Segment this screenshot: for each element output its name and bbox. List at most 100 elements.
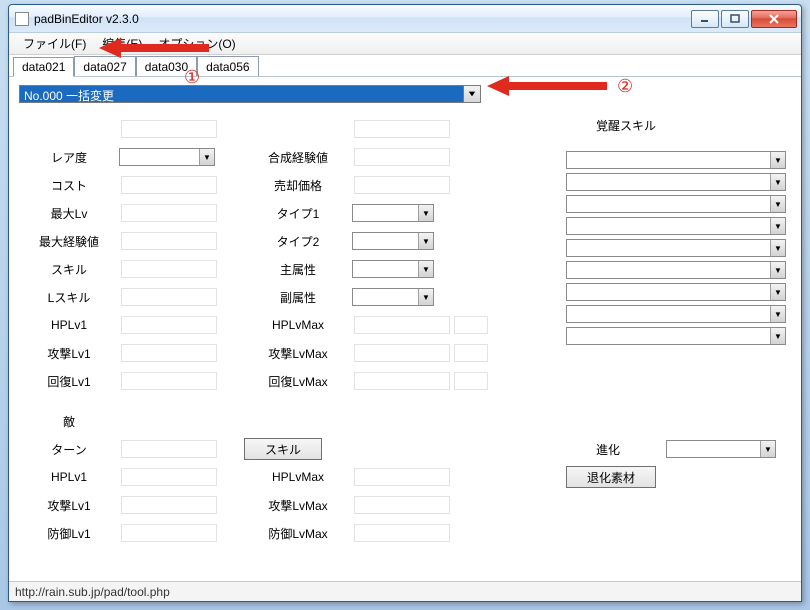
label-enemy-hplvmax: HPLvMax [246, 467, 350, 487]
window-buttons [691, 10, 797, 28]
enemy-hplv1-input[interactable] [121, 468, 217, 486]
client-area: No.000 一括変更 レア度 コスト 最大Lv 最大経験値 スキル Lスキル … [9, 77, 801, 581]
label-cost: コスト [21, 175, 117, 195]
label-enemy-hplv1: HPLv1 [21, 467, 117, 487]
label-type2: タイプ2 [246, 231, 350, 251]
label-atklvmax: 攻撃LvMax [246, 343, 350, 363]
chevron-down-icon: ▼ [760, 441, 775, 457]
rcvlvmax-input[interactable] [354, 372, 450, 390]
chevron-down-icon: ▼ [418, 289, 433, 305]
label-rcvlv1: 回復Lv1 [21, 371, 117, 391]
label-mainattr: 主属性 [246, 259, 350, 279]
name-input[interactable] [121, 120, 217, 138]
turn-input[interactable] [121, 440, 217, 458]
label-evolve: 進化 [568, 439, 648, 459]
label-maxexp: 最大経験値 [21, 231, 117, 251]
label-skill: スキル [21, 259, 117, 279]
subname-input[interactable] [354, 120, 450, 138]
tab-data021[interactable]: data021 [13, 57, 74, 77]
atklv1-input[interactable] [121, 344, 217, 362]
lskill-input[interactable] [121, 288, 217, 306]
maxexp-input[interactable] [121, 232, 217, 250]
sell-input[interactable] [354, 176, 450, 194]
atk-extra-input[interactable] [454, 344, 488, 362]
chevron-down-icon [468, 90, 476, 98]
hp-extra-input[interactable] [454, 316, 488, 334]
enemy-skill-button[interactable]: スキル [244, 438, 322, 460]
atklvmax-input[interactable] [354, 344, 450, 362]
awaken-dropdown-8[interactable]: ▼ [566, 305, 786, 323]
record-selector-button[interactable] [463, 85, 481, 103]
close-button[interactable] [751, 10, 797, 28]
hplvmax-input[interactable] [354, 316, 450, 334]
awaken-dropdown-1[interactable]: ▼ [566, 151, 786, 169]
maxlv-input[interactable] [121, 204, 217, 222]
chevron-down-icon: ▼ [418, 233, 433, 249]
chevron-down-icon: ▼ [770, 306, 785, 322]
evolve-dropdown[interactable]: ▼ [666, 440, 776, 458]
awaken-dropdown-9[interactable]: ▼ [566, 327, 786, 345]
label-awaken: 覚醒スキル [566, 115, 791, 135]
type1-dropdown[interactable]: ▼ [352, 204, 434, 222]
record-selector-value: No.000 一括変更 [19, 85, 463, 103]
label-lskill: Lスキル [21, 287, 117, 307]
maximize-button[interactable] [721, 10, 749, 28]
chevron-down-icon: ▼ [770, 196, 785, 212]
label-enemy-atklv1: 攻撃Lv1 [21, 495, 117, 515]
minimize-button[interactable] [691, 10, 719, 28]
chevron-down-icon: ▼ [770, 328, 785, 344]
enemy-deflv1-input[interactable] [121, 524, 217, 542]
chevron-down-icon: ▼ [770, 262, 785, 278]
annotation-label-1: ① [184, 67, 200, 88]
app-icon [15, 12, 29, 26]
statusbar: http://rain.sub.jp/pad/tool.php [9, 581, 801, 601]
awaken-dropdown-2[interactable]: ▼ [566, 173, 786, 191]
menu-file[interactable]: ファイル(F) [15, 33, 94, 54]
awaken-dropdown-4[interactable]: ▼ [566, 217, 786, 235]
rarity-dropdown[interactable]: ▼ [119, 148, 215, 166]
skill-input[interactable] [121, 260, 217, 278]
statusbar-text: http://rain.sub.jp/pad/tool.php [15, 585, 170, 599]
maximize-icon [730, 14, 740, 24]
subattr-dropdown[interactable]: ▼ [352, 288, 434, 306]
awaken-dropdown-6[interactable]: ▼ [566, 261, 786, 279]
enemy-deflvmax-input[interactable] [354, 524, 450, 542]
chevron-down-icon: ▼ [770, 240, 785, 256]
label-type1: タイプ1 [246, 203, 350, 223]
annotation-arrow-2: ② [487, 77, 633, 95]
hplv1-input[interactable] [121, 316, 217, 334]
label-subattr: 副属性 [246, 287, 350, 307]
label-fuseexp: 合成経験値 [246, 147, 350, 167]
devolve-button[interactable]: 退化素材 [566, 466, 656, 488]
close-icon [768, 14, 780, 24]
chevron-down-icon: ▼ [770, 218, 785, 234]
minimize-icon [700, 14, 710, 24]
tabstrip: data021 data027 data030 data056 [9, 55, 801, 77]
mainattr-dropdown[interactable]: ▼ [352, 260, 434, 278]
chevron-down-icon: ▼ [418, 205, 433, 221]
awaken-dropdown-7[interactable]: ▼ [566, 283, 786, 301]
enemy-hplvmax-input[interactable] [354, 468, 450, 486]
rcvlv1-input[interactable] [121, 372, 217, 390]
chevron-down-icon: ▼ [770, 174, 785, 190]
label-enemy: 敵 [21, 411, 117, 431]
label-rcvlvmax: 回復LvMax [246, 371, 350, 391]
label-enemy-deflv1: 防御Lv1 [21, 523, 117, 543]
record-selector[interactable]: No.000 一括変更 [19, 85, 791, 103]
awaken-dropdown-5[interactable]: ▼ [566, 239, 786, 257]
type2-dropdown[interactable]: ▼ [352, 232, 434, 250]
chevron-down-icon: ▼ [199, 149, 214, 165]
rcv-extra-input[interactable] [454, 372, 488, 390]
enemy-atklv1-input[interactable] [121, 496, 217, 514]
tab-data056[interactable]: data056 [197, 56, 258, 76]
label-turn: ターン [21, 439, 117, 459]
awaken-dropdown-3[interactable]: ▼ [566, 195, 786, 213]
fuseexp-input[interactable] [354, 148, 450, 166]
chevron-down-icon: ▼ [770, 152, 785, 168]
tab-data027[interactable]: data027 [74, 56, 135, 76]
label-enemy-deflvmax: 防御LvMax [246, 523, 350, 543]
cost-input[interactable] [121, 176, 217, 194]
enemy-atklvmax-input[interactable] [354, 496, 450, 514]
label-hplv1: HPLv1 [21, 315, 117, 335]
annotation-label-2: ② [617, 76, 633, 97]
